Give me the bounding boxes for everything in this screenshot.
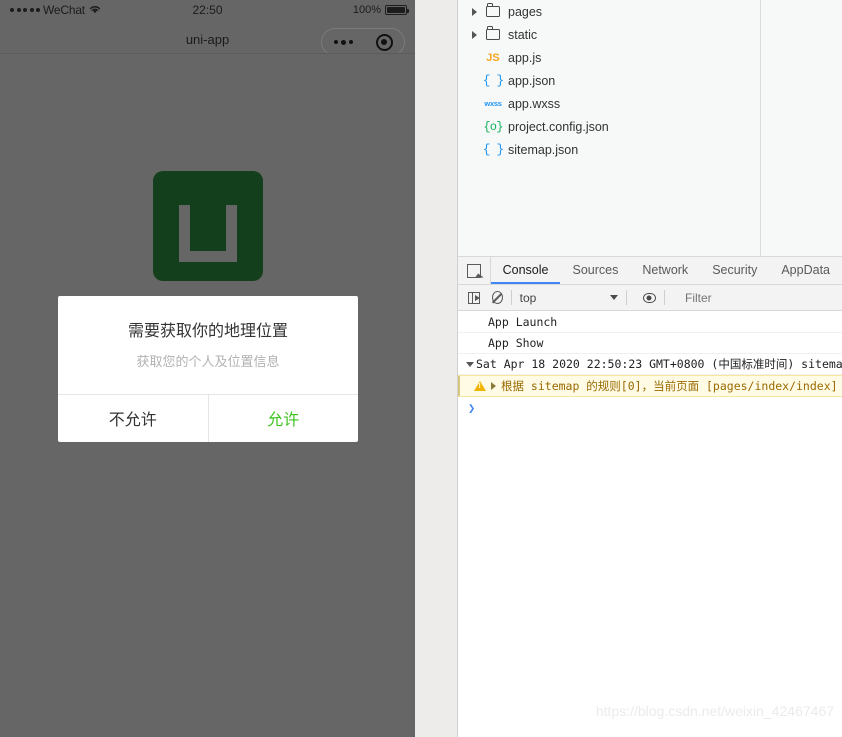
devtools-panel: pages static JS app.js { } app.json wxss… (458, 0, 842, 737)
simulator-page-body: 需要获取你的地理位置 获取您的个人及位置信息 不允许 允许 (0, 54, 415, 737)
clear-console-icon[interactable] (491, 291, 503, 304)
deny-button[interactable]: 不允许 (58, 395, 208, 442)
divider (625, 290, 627, 305)
file-tree-label: pages (508, 4, 543, 19)
file-tree-label: project.config.json (508, 119, 609, 134)
console-message: Sat Apr 18 2020 22:50:23 GMT+0800 (中国标准时… (476, 357, 842, 371)
file-tree-row-app-json[interactable]: { } app.json (458, 69, 842, 92)
chevron-right-icon[interactable] (468, 7, 480, 16)
chevron-right-icon[interactable] (491, 382, 496, 390)
console-output[interactable]: App Launch App Show Sat Apr 18 2020 22:5… (458, 312, 842, 737)
chevron-down-icon[interactable] (466, 361, 474, 367)
target-icon[interactable] (375, 33, 393, 51)
uni-app-logo (153, 171, 263, 281)
console-row[interactable]: Sat Apr 18 2020 22:50:23 GMT+0800 (中国标准时… (458, 354, 842, 375)
wxss-file-icon: wxss (484, 99, 502, 108)
battery-icon (385, 5, 409, 15)
console-row[interactable]: App Launch (458, 312, 842, 333)
simulator-nav-bar: uni-app (0, 20, 415, 56)
dialog-title: 需要获取你的地理位置 (127, 323, 288, 340)
tab-security[interactable]: Security (700, 257, 769, 284)
json-file-icon: { } (482, 142, 504, 157)
file-tree-row-app-wxss[interactable]: wxss app.wxss (458, 92, 842, 115)
panel-gap (415, 0, 458, 737)
dialog-content: 需要获取你的地理位置 获取您的个人及位置信息 (58, 296, 358, 394)
warning-accent-bar (458, 376, 460, 396)
js-file-icon: JS (486, 51, 500, 64)
file-tree-row-static[interactable]: static (458, 23, 842, 46)
file-tree-row-app-js[interactable]: JS app.js (458, 46, 842, 69)
prompt-chevron-icon: ❯ (468, 401, 476, 415)
inspect-element-button[interactable] (458, 257, 491, 284)
console-message: App Launch (488, 315, 558, 329)
logo-u-glyph (179, 205, 237, 262)
watermark: https://blog.csdn.net/weixin_42467467 (595, 703, 834, 719)
console-message: App Show (488, 336, 544, 350)
file-tree-label: static (508, 27, 538, 42)
tab-network[interactable]: Network (630, 257, 700, 284)
folder-icon (480, 3, 506, 17)
file-tree-row-project-config[interactable]: {o} project.config.json (458, 115, 842, 138)
chevron-down-icon[interactable] (609, 295, 618, 300)
chevron-right-icon[interactable] (468, 30, 480, 39)
folder-icon (480, 26, 506, 40)
console-filter-bar: top (458, 285, 842, 311)
console-prompt[interactable]: ❯ (458, 397, 842, 419)
file-tree-label: app.json (508, 73, 556, 88)
divider (510, 290, 512, 305)
console-row-warning[interactable]: 根据 sitemap 的规则[0]，当前页面 [pages/index/inde… (458, 375, 842, 397)
file-tree-label: app.js (508, 50, 542, 65)
live-expression-icon[interactable] (642, 292, 657, 303)
console-sidebar-icon[interactable] (468, 291, 480, 304)
file-tree-label: app.wxss (508, 96, 561, 111)
location-permission-dialog: 需要获取你的地理位置 获取您的个人及位置信息 不允许 允许 (58, 296, 358, 442)
console-context-selector[interactable]: top (520, 291, 610, 305)
tab-sources[interactable]: Sources (560, 257, 630, 284)
console-filter-input[interactable] (682, 289, 842, 306)
console-message: 根据 sitemap 的规则[0]，当前页面 [pages/index/inde… (501, 379, 838, 393)
wechat-capsule-button[interactable] (321, 28, 405, 56)
console-row[interactable]: App Show (458, 333, 842, 354)
tab-console[interactable]: Console (490, 257, 561, 284)
file-tree-panel: pages static JS app.js { } app.json wxss… (458, 0, 842, 256)
json-file-icon: { } (482, 73, 504, 88)
ellipsis-icon[interactable] (333, 39, 353, 45)
file-tree-row-sitemap-json[interactable]: { } sitemap.json (458, 138, 842, 161)
config-file-icon: {o} (483, 119, 503, 134)
simulator-status-bar: WeChat 22:50 100% (0, 0, 415, 20)
divider (664, 290, 665, 305)
devtools-tab-bar: Console Sources Network Security AppData (458, 256, 842, 285)
tab-appdata[interactable]: AppData (769, 257, 842, 284)
warning-triangle-icon (474, 381, 486, 391)
dialog-actions: 不允许 允许 (58, 393, 359, 442)
wechat-devtools-simulator: WeChat 22:50 100% uni-app 需要获取你的地理位置 获取您… (0, 0, 415, 737)
inspect-element-icon[interactable] (466, 263, 481, 278)
status-bar-right: 100% (352, 4, 409, 16)
battery-percent-label: 100% (352, 4, 381, 16)
file-tree-label: sitemap.json (508, 142, 579, 157)
dialog-subtitle: 获取您的个人及位置信息 (136, 354, 280, 370)
allow-button[interactable]: 允许 (207, 394, 359, 442)
file-tree-row-pages[interactable]: pages (458, 0, 842, 23)
